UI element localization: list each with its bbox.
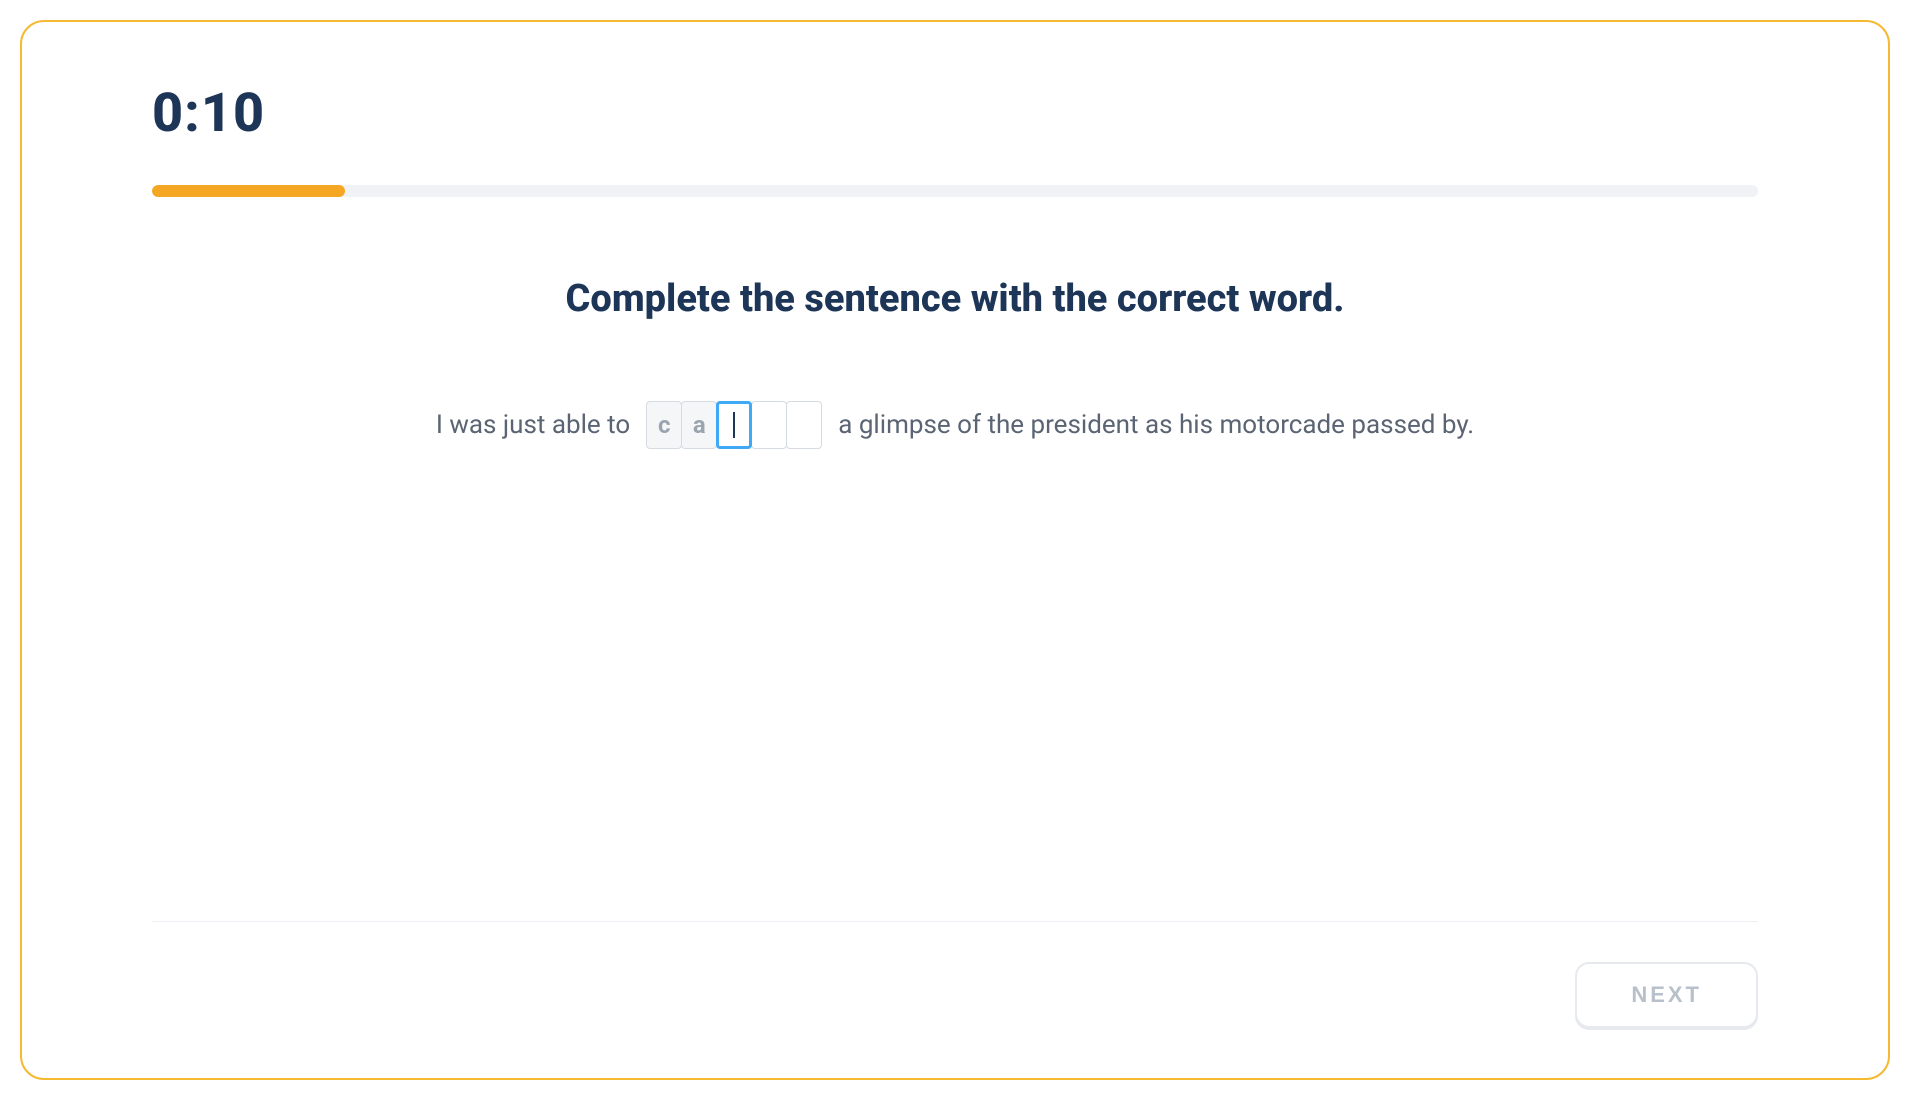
letter-box-2[interactable] [716, 401, 752, 449]
sentence-row: I was just able to c a a glimpse of the … [112, 401, 1798, 449]
instruction-text: Complete the sentence with the correct w… [112, 277, 1798, 321]
sentence-before: I was just able to [436, 410, 630, 440]
letter-box-4[interactable] [786, 401, 822, 449]
letter-box-1[interactable]: a [681, 401, 717, 449]
letter-input-group: c a [646, 401, 822, 449]
button-row: NEXT [112, 962, 1798, 1028]
next-button[interactable]: NEXT [1575, 962, 1758, 1028]
letter-box-0[interactable]: c [646, 401, 682, 449]
letter-box-3[interactable] [751, 401, 787, 449]
progress-fill [152, 185, 345, 197]
progress-bar [152, 185, 1758, 197]
cursor-icon [733, 412, 735, 438]
divider [152, 921, 1758, 922]
sentence-after: a glimpse of the president as his motorc… [838, 410, 1474, 440]
timer-display: 0:10 [152, 82, 1798, 145]
footer: NEXT [112, 921, 1798, 1028]
quiz-card: 0:10 Complete the sentence with the corr… [20, 20, 1890, 1080]
